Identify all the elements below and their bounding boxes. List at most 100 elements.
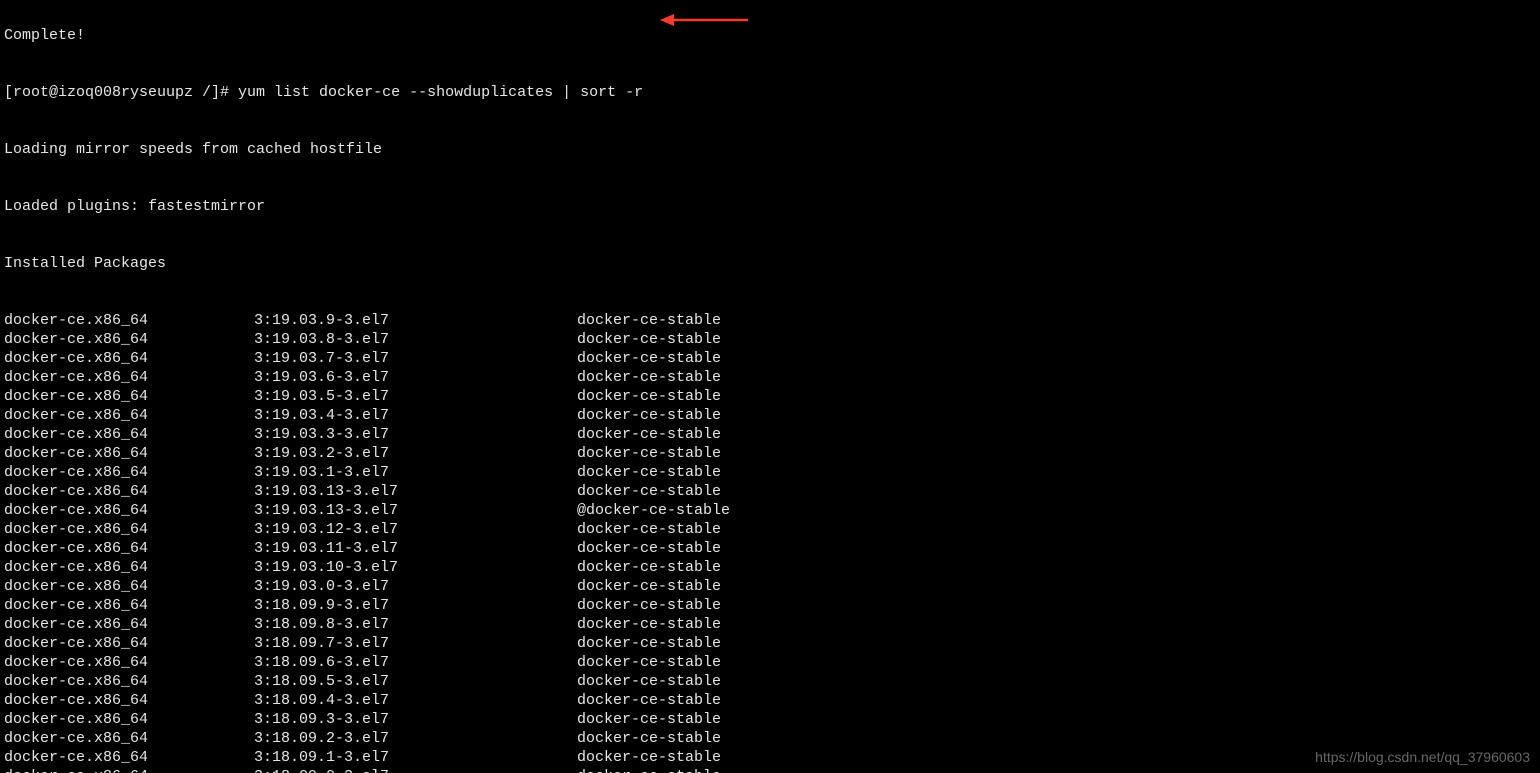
package-repo: docker-ce-stable	[577, 368, 721, 387]
package-version: 3:19.03.4-3.el7	[254, 406, 577, 425]
package-repo: docker-ce-stable	[577, 634, 721, 653]
package-name: docker-ce.x86_64	[4, 349, 254, 368]
package-repo: docker-ce-stable	[577, 311, 721, 330]
package-name: docker-ce.x86_64	[4, 558, 254, 577]
package-row: docker-ce.x86_643:18.09.5-3.el7docker-ce…	[4, 672, 1536, 691]
package-repo: docker-ce-stable	[577, 330, 721, 349]
package-name: docker-ce.x86_64	[4, 520, 254, 539]
package-version: 3:19.03.11-3.el7	[254, 539, 577, 558]
package-name: docker-ce.x86_64	[4, 311, 254, 330]
package-version: 3:18.09.8-3.el7	[254, 615, 577, 634]
package-repo: docker-ce-stable	[577, 482, 721, 501]
package-version: 3:19.03.13-3.el7	[254, 482, 577, 501]
package-row: docker-ce.x86_643:18.09.3-3.el7docker-ce…	[4, 710, 1536, 729]
package-name: docker-ce.x86_64	[4, 767, 254, 773]
package-version: 3:19.03.1-3.el7	[254, 463, 577, 482]
package-repo: docker-ce-stable	[577, 425, 721, 444]
package-repo: docker-ce-stable	[577, 672, 721, 691]
package-repo: docker-ce-stable	[577, 463, 721, 482]
package-row: docker-ce.x86_643:19.03.3-3.el7docker-ce…	[4, 425, 1536, 444]
package-version: 3:19.03.3-3.el7	[254, 425, 577, 444]
package-name: docker-ce.x86_64	[4, 330, 254, 349]
package-repo: docker-ce-stable	[577, 387, 721, 406]
package-repo: docker-ce-stable	[577, 653, 721, 672]
package-version: 3:18.09.1-3.el7	[254, 748, 577, 767]
shell-prompt: [root@izoq008ryseuupz /]#	[4, 83, 238, 102]
terminal-output[interactable]: Complete! [root@izoq008ryseuupz /]# yum …	[0, 0, 1540, 773]
package-row: docker-ce.x86_643:19.03.6-3.el7docker-ce…	[4, 368, 1536, 387]
package-row: docker-ce.x86_643:19.03.13-3.el7docker-c…	[4, 482, 1536, 501]
package-version: 3:18.09.6-3.el7	[254, 653, 577, 672]
package-repo: docker-ce-stable	[577, 596, 721, 615]
package-row: docker-ce.x86_643:19.03.2-3.el7docker-ce…	[4, 444, 1536, 463]
watermark-text: https://blog.csdn.net/qq_37960603	[1315, 748, 1530, 767]
package-row: docker-ce.x86_643:18.09.7-3.el7docker-ce…	[4, 634, 1536, 653]
package-name: docker-ce.x86_64	[4, 368, 254, 387]
package-row: docker-ce.x86_643:19.03.12-3.el7docker-c…	[4, 520, 1536, 539]
package-version: 3:19.03.12-3.el7	[254, 520, 577, 539]
package-row: docker-ce.x86_643:18.09.2-3.el7docker-ce…	[4, 729, 1536, 748]
package-repo: docker-ce-stable	[577, 349, 721, 368]
package-row: docker-ce.x86_643:19.03.7-3.el7docker-ce…	[4, 349, 1536, 368]
package-row: docker-ce.x86_643:18.09.6-3.el7docker-ce…	[4, 653, 1536, 672]
section-header-installed: Installed Packages	[4, 254, 1536, 273]
package-name: docker-ce.x86_64	[4, 653, 254, 672]
package-version: 3:18.09.7-3.el7	[254, 634, 577, 653]
package-row: docker-ce.x86_643:19.03.0-3.el7docker-ce…	[4, 577, 1536, 596]
package-repo: docker-ce-stable	[577, 691, 721, 710]
package-repo: docker-ce-stable	[577, 444, 721, 463]
package-row: docker-ce.x86_643:19.03.13-3.el7@docker-…	[4, 501, 1536, 520]
status-line-plugins: Loaded plugins: fastestmirror	[4, 197, 1536, 216]
package-row: docker-ce.x86_643:19.03.4-3.el7docker-ce…	[4, 406, 1536, 425]
package-version: 3:19.03.9-3.el7	[254, 311, 577, 330]
package-name: docker-ce.x86_64	[4, 710, 254, 729]
package-name: docker-ce.x86_64	[4, 691, 254, 710]
package-version: 3:19.03.10-3.el7	[254, 558, 577, 577]
package-repo: @docker-ce-stable	[577, 501, 730, 520]
package-version: 3:19.03.13-3.el7	[254, 501, 577, 520]
package-row: docker-ce.x86_643:18.09.0-3.el7docker-ce…	[4, 767, 1536, 773]
package-row: docker-ce.x86_643:19.03.9-3.el7docker-ce…	[4, 311, 1536, 330]
package-name: docker-ce.x86_64	[4, 596, 254, 615]
package-name: docker-ce.x86_64	[4, 425, 254, 444]
package-name: docker-ce.x86_64	[4, 387, 254, 406]
package-version: 3:18.09.2-3.el7	[254, 729, 577, 748]
package-version: 3:18.09.3-3.el7	[254, 710, 577, 729]
package-version: 3:18.09.0-3.el7	[254, 767, 577, 773]
package-row: docker-ce.x86_643:19.03.8-3.el7docker-ce…	[4, 330, 1536, 349]
package-name: docker-ce.x86_64	[4, 406, 254, 425]
package-name: docker-ce.x86_64	[4, 615, 254, 634]
package-repo: docker-ce-stable	[577, 406, 721, 425]
package-version: 3:19.03.5-3.el7	[254, 387, 577, 406]
command-text: yum list docker-ce --showduplicates | so…	[238, 83, 643, 102]
package-row: docker-ce.x86_643:19.03.1-3.el7docker-ce…	[4, 463, 1536, 482]
package-version: 3:18.09.5-3.el7	[254, 672, 577, 691]
package-row: docker-ce.x86_643:19.03.11-3.el7docker-c…	[4, 539, 1536, 558]
prompt-line: [root@izoq008ryseuupz /]# yum list docke…	[4, 83, 1536, 102]
package-name: docker-ce.x86_64	[4, 444, 254, 463]
package-name: docker-ce.x86_64	[4, 463, 254, 482]
package-name: docker-ce.x86_64	[4, 539, 254, 558]
package-repo: docker-ce-stable	[577, 615, 721, 634]
package-version: 3:19.03.2-3.el7	[254, 444, 577, 463]
package-name: docker-ce.x86_64	[4, 748, 254, 767]
package-row: docker-ce.x86_643:18.09.8-3.el7docker-ce…	[4, 615, 1536, 634]
package-version: 3:19.03.8-3.el7	[254, 330, 577, 349]
status-line-loading: Loading mirror speeds from cached hostfi…	[4, 140, 1536, 159]
package-version: 3:19.03.0-3.el7	[254, 577, 577, 596]
package-row: docker-ce.x86_643:18.09.9-3.el7docker-ce…	[4, 596, 1536, 615]
package-version: 3:18.09.4-3.el7	[254, 691, 577, 710]
package-repo: docker-ce-stable	[577, 558, 721, 577]
package-row: docker-ce.x86_643:19.03.5-3.el7docker-ce…	[4, 387, 1536, 406]
package-version: 3:19.03.6-3.el7	[254, 368, 577, 387]
package-name: docker-ce.x86_64	[4, 577, 254, 596]
package-name: docker-ce.x86_64	[4, 501, 254, 520]
package-repo: docker-ce-stable	[577, 767, 721, 773]
package-name: docker-ce.x86_64	[4, 729, 254, 748]
package-repo: docker-ce-stable	[577, 710, 721, 729]
package-repo: docker-ce-stable	[577, 577, 721, 596]
previous-output-line: Complete!	[4, 26, 1536, 45]
package-row: docker-ce.x86_643:18.09.1-3.el7docker-ce…	[4, 748, 1536, 767]
package-row: docker-ce.x86_643:18.09.4-3.el7docker-ce…	[4, 691, 1536, 710]
package-repo: docker-ce-stable	[577, 748, 721, 767]
